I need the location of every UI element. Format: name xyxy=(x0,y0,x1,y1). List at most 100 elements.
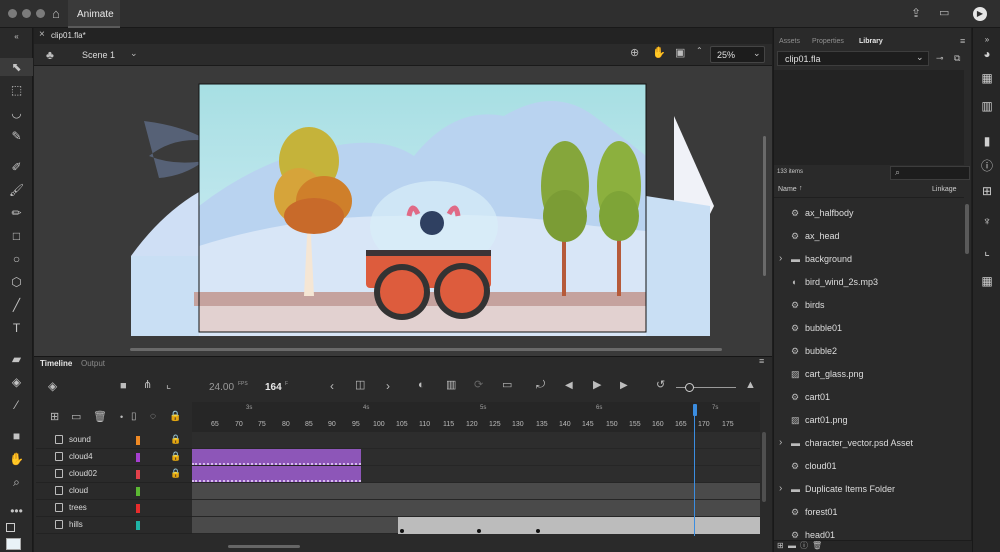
new-folder-icon[interactable]: ▬ xyxy=(788,542,796,550)
new-folder-icon[interactable]: ▭ xyxy=(71,412,81,423)
play-icon[interactable]: ▶ xyxy=(593,380,601,391)
list-item[interactable]: ⚙ birds xyxy=(774,294,964,317)
layer-color-swatch[interactable] xyxy=(136,436,140,445)
undo-icon[interactable]: ↺ xyxy=(656,380,665,391)
info-icon[interactable]: ⓘ xyxy=(973,156,1000,176)
swatches-icon[interactable]: ▦ xyxy=(973,68,1000,88)
delete-icon[interactable]: 🗑 xyxy=(812,542,822,550)
new-symbol-icon[interactable]: ⊞ xyxy=(777,542,784,550)
tools-collapse-icon[interactable]: « xyxy=(0,28,33,42)
edit-multiple-frames-icon[interactable]: ▥ xyxy=(446,380,456,391)
sort-arrow-icon[interactable]: ↑ xyxy=(799,185,803,192)
paint-brush-tool-icon[interactable]: ✏ xyxy=(0,204,33,222)
layer-row-cloud[interactable]: cloud xyxy=(36,483,192,500)
chart-icon[interactable]: ⌞ xyxy=(973,241,1000,261)
eyedropper-tool-icon[interactable]: ⁄ xyxy=(0,396,33,414)
layer-color-swatch[interactable] xyxy=(136,470,140,479)
layers-icon[interactable]: ◈ xyxy=(48,380,57,392)
timeline-horizontal-scrollbar[interactable] xyxy=(228,545,300,548)
layer-color-swatch[interactable] xyxy=(136,504,140,513)
library-icon[interactable]: ▮ xyxy=(973,131,1000,151)
list-item[interactable]: ⚙ bubble2 xyxy=(774,340,964,363)
layer-color-swatch[interactable] xyxy=(136,487,140,496)
more-tools-icon[interactable]: ••• xyxy=(0,502,33,520)
fit-stage-icon[interactable]: ▣ xyxy=(675,48,685,59)
tab-output[interactable]: Output xyxy=(81,359,105,368)
center-stage-icon[interactable]: ⊕ xyxy=(630,48,639,59)
onion-skin-icon[interactable]: ◐ xyxy=(418,380,425,391)
column-name[interactable]: Name xyxy=(778,186,797,193)
rectangle-tool-icon[interactable]: □ xyxy=(0,227,33,245)
oval-tool-icon[interactable]: ○ xyxy=(0,250,33,268)
transform-icon[interactable]: ⊞ xyxy=(973,181,1000,201)
share-icon[interactable]: ⇪ xyxy=(911,7,921,19)
tab-properties[interactable]: Properties xyxy=(812,38,844,45)
highlight-dot-icon[interactable]: • xyxy=(120,413,123,422)
zoom-slider-handle[interactable] xyxy=(685,383,694,392)
pin-icon[interactable]: ⊸ xyxy=(936,54,944,63)
hand-tool-icon[interactable]: ✋ xyxy=(0,450,33,468)
fps-value[interactable]: 24.00 xyxy=(209,382,234,393)
properties-icon[interactable]: ⓘ xyxy=(800,542,808,550)
keyframe[interactable] xyxy=(477,529,481,533)
layer-color-swatch[interactable] xyxy=(136,453,140,462)
close-tab-icon[interactable]: × xyxy=(39,30,45,40)
layer-row-trees[interactable]: trees xyxy=(36,500,192,517)
tween-span-cloud4[interactable] xyxy=(192,449,361,465)
loop-icon[interactable]: ⤾ xyxy=(536,380,545,391)
list-item[interactable]: ⚙ forest01 xyxy=(774,501,964,524)
selection-tool-icon[interactable]: ⬉ xyxy=(0,58,33,76)
camera-icon[interactable]: ■ xyxy=(120,381,127,392)
previous-keyframe-icon[interactable]: ‹ xyxy=(330,380,334,392)
hide-layers-icon[interactable]: ◌ xyxy=(150,412,156,422)
chevron-right-icon[interactable]: › xyxy=(779,253,782,264)
screen-mode-icon[interactable]: ▭ xyxy=(939,8,949,19)
step-forward-icon[interactable]: ▶ xyxy=(620,381,628,391)
frame-row-cloud[interactable] xyxy=(192,483,760,500)
pencil-tool-icon[interactable]: ✐ xyxy=(0,158,33,176)
library-search-input[interactable]: ⌕ xyxy=(890,166,970,180)
lock-icon[interactable]: 🔒 xyxy=(170,451,181,462)
stage-area[interactable] xyxy=(34,66,772,356)
new-layer-icon[interactable]: ⊞ xyxy=(50,412,59,423)
zoom-stepper-icon[interactable]: ⌃ xyxy=(696,47,703,55)
library-scrollbar[interactable] xyxy=(965,204,969,254)
scene-icon[interactable]: ♣ xyxy=(46,49,54,61)
tab-assets[interactable]: Assets xyxy=(779,38,800,45)
list-item[interactable]: › ▬ character_vector.psd Asset xyxy=(774,432,964,455)
panel-menu-icon[interactable]: ≡ xyxy=(759,357,764,366)
lasso-tool-icon[interactable]: ◡ xyxy=(0,104,33,122)
motion-presets-icon[interactable]: ♆ xyxy=(973,211,1000,231)
line-tool-icon[interactable]: ╱ xyxy=(0,296,33,314)
zoom-field[interactable]: 25% ⌄ xyxy=(710,46,765,63)
align-icon[interactable]: ▥ xyxy=(973,96,1000,116)
timeline-vertical-scrollbar[interactable] xyxy=(762,432,766,502)
paint-bucket-tool-icon[interactable]: ◈ xyxy=(0,373,33,391)
list-item[interactable]: ⚙ ax_halfbody xyxy=(774,202,964,225)
keyframe[interactable] xyxy=(536,529,540,533)
layer-row-cloud02[interactable]: cloud02 🔒 xyxy=(36,466,192,483)
list-item[interactable]: ▨ cart01.png xyxy=(774,409,964,432)
tab-library[interactable]: Library xyxy=(859,38,883,45)
free-transform-tool-icon[interactable]: ⬚ xyxy=(0,81,33,99)
play-icon[interactable]: ▶ xyxy=(973,7,987,21)
camera-tool-icon[interactable]: ■ xyxy=(0,427,33,445)
home-icon[interactable]: ⌂ xyxy=(52,7,60,20)
playhead-handle[interactable] xyxy=(693,404,697,416)
scene-name[interactable]: Scene 1 xyxy=(82,50,115,60)
mountain-icon[interactable]: ▲ xyxy=(745,380,756,391)
list-item[interactable]: ⚙ cart01 xyxy=(774,386,964,409)
frame-view-icon[interactable]: ▭ xyxy=(502,380,512,391)
next-keyframe-icon[interactable]: › xyxy=(386,380,390,392)
collapse-panels-icon[interactable]: » xyxy=(973,30,1000,44)
keyframe[interactable] xyxy=(400,529,404,533)
library-file-select[interactable]: clip01.fla ⌄ xyxy=(777,51,929,66)
chevron-down-icon[interactable]: ⌄ xyxy=(130,49,138,58)
document-tab[interactable]: clip01.fla* xyxy=(51,31,86,40)
fill-color-swatch[interactable] xyxy=(6,538,21,550)
list-item[interactable]: ▨ cart_glass.png xyxy=(774,363,964,386)
pin-tool-icon[interactable]: ✎ xyxy=(0,127,33,145)
components-icon[interactable]: ▦ xyxy=(973,271,1000,291)
graph-icon[interactable]: ⌞ xyxy=(166,380,171,391)
polystar-tool-icon[interactable]: ⬡ xyxy=(0,273,33,291)
